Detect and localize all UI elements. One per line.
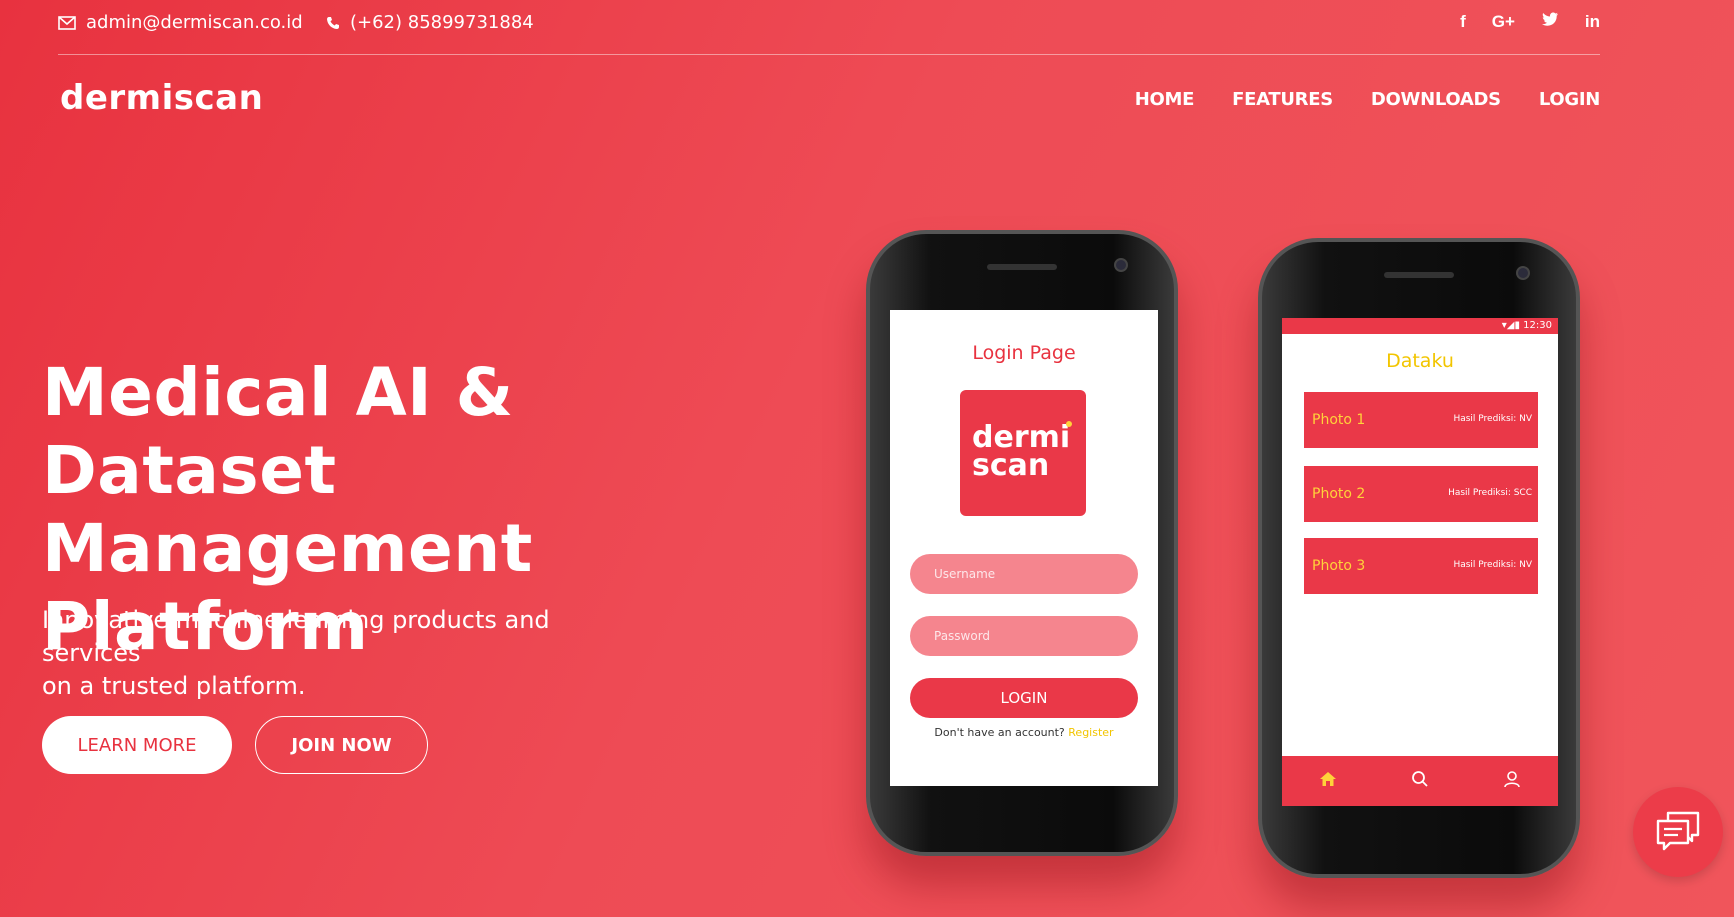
phone-text: (+62) 85899731884 — [350, 12, 534, 33]
photo-card[interactable]: Photo 2 Hasil Prediksi: SCC — [1304, 466, 1538, 522]
phone-speaker — [987, 264, 1057, 270]
login-page-title: Login Page — [972, 342, 1076, 364]
dataku-title: Dataku — [1386, 350, 1454, 372]
phone-contact[interactable]: (+62) 85899731884 — [326, 12, 534, 33]
search-icon[interactable] — [1411, 770, 1429, 792]
top-bar: admin@dermiscan.co.id (+62) 85899731884 … — [58, 0, 1600, 55]
photo-result: Hasil Prediksi: SCC — [1448, 488, 1532, 498]
chat-widget-button[interactable] — [1633, 787, 1723, 877]
envelope-icon — [58, 15, 76, 30]
username-field[interactable]: Username — [910, 554, 1138, 594]
app-tab-bar — [1282, 756, 1558, 806]
google-plus-icon[interactable]: G+ — [1492, 12, 1515, 32]
main-nav: HOME FEATURES DOWNLOADS LOGIN — [1135, 89, 1601, 110]
learn-more-button[interactable]: LEARN MORE — [42, 716, 232, 774]
phone-icon — [326, 16, 340, 30]
phone-speaker — [1384, 272, 1454, 278]
dermiscan-app-logo: dermi scan — [960, 390, 1086, 516]
hero-subtitle-line-1: Innovative machine learning products and… — [42, 606, 550, 667]
join-now-button[interactable]: JOIN NOW — [255, 716, 428, 774]
photo-result: Hasil Prediksi: NV — [1453, 414, 1532, 424]
chat-icon — [1654, 809, 1702, 855]
social-links: f G+ in — [1460, 12, 1600, 32]
facebook-icon[interactable]: f — [1460, 12, 1466, 32]
nav-login[interactable]: LOGIN — [1539, 89, 1600, 110]
phone-camera — [1516, 266, 1530, 280]
photo-card[interactable]: Photo 1 Hasil Prediksi: NV — [1304, 392, 1538, 448]
photo-name: Photo 1 — [1312, 412, 1366, 428]
email-text: admin@dermiscan.co.id — [86, 12, 303, 33]
linkedin-icon[interactable]: in — [1585, 12, 1600, 32]
register-link[interactable]: Register — [1068, 726, 1113, 739]
app-login-button[interactable]: LOGIN — [910, 678, 1138, 718]
logo-dot — [1066, 421, 1073, 427]
phone-mockup-login: Login Page dermi scan Username Password … — [866, 230, 1178, 856]
register-prompt: Don't have an account? Register — [890, 726, 1158, 739]
twitter-icon[interactable] — [1541, 12, 1559, 32]
photo-card[interactable]: Photo 3 Hasil Prediksi: NV — [1304, 538, 1538, 594]
status-time: 12:30 — [1523, 320, 1552, 331]
photo-result: Hasil Prediksi: NV — [1453, 560, 1532, 570]
logo-line-2: scan — [972, 448, 1050, 483]
hero-subtitle: Innovative machine learning products and… — [42, 604, 642, 703]
password-field[interactable]: Password — [910, 616, 1138, 656]
register-prompt-text: Don't have an account? — [934, 726, 1065, 739]
home-icon[interactable] — [1319, 771, 1337, 791]
phone-mockup-dataku: ▾◢▮ 12:30 Dataku Photo 1 Hasil Prediksi:… — [1258, 238, 1580, 878]
nav-home[interactable]: HOME — [1135, 89, 1195, 110]
hero-title-line-1: Medical AI & Dataset — [42, 354, 514, 509]
email-contact[interactable]: admin@dermiscan.co.id — [58, 12, 303, 33]
login-screen: Login Page dermi scan Username Password … — [890, 310, 1158, 786]
status-bar: ▾◢▮ 12:30 — [1282, 318, 1558, 334]
photo-name: Photo 3 — [1312, 558, 1366, 574]
hero-subtitle-line-2: on a trusted platform. — [42, 672, 306, 700]
nav-features[interactable]: FEATURES — [1232, 89, 1333, 110]
phone-camera — [1114, 258, 1128, 272]
brand-logo[interactable]: dermiscan — [60, 78, 263, 118]
hero-title-line-2: Management — [42, 510, 533, 587]
photo-name: Photo 2 — [1312, 486, 1366, 502]
user-icon[interactable] — [1503, 770, 1521, 792]
nav-downloads[interactable]: DOWNLOADS — [1371, 89, 1501, 110]
dataku-screen: ▾◢▮ 12:30 Dataku Photo 1 Hasil Prediksi:… — [1282, 318, 1558, 806]
